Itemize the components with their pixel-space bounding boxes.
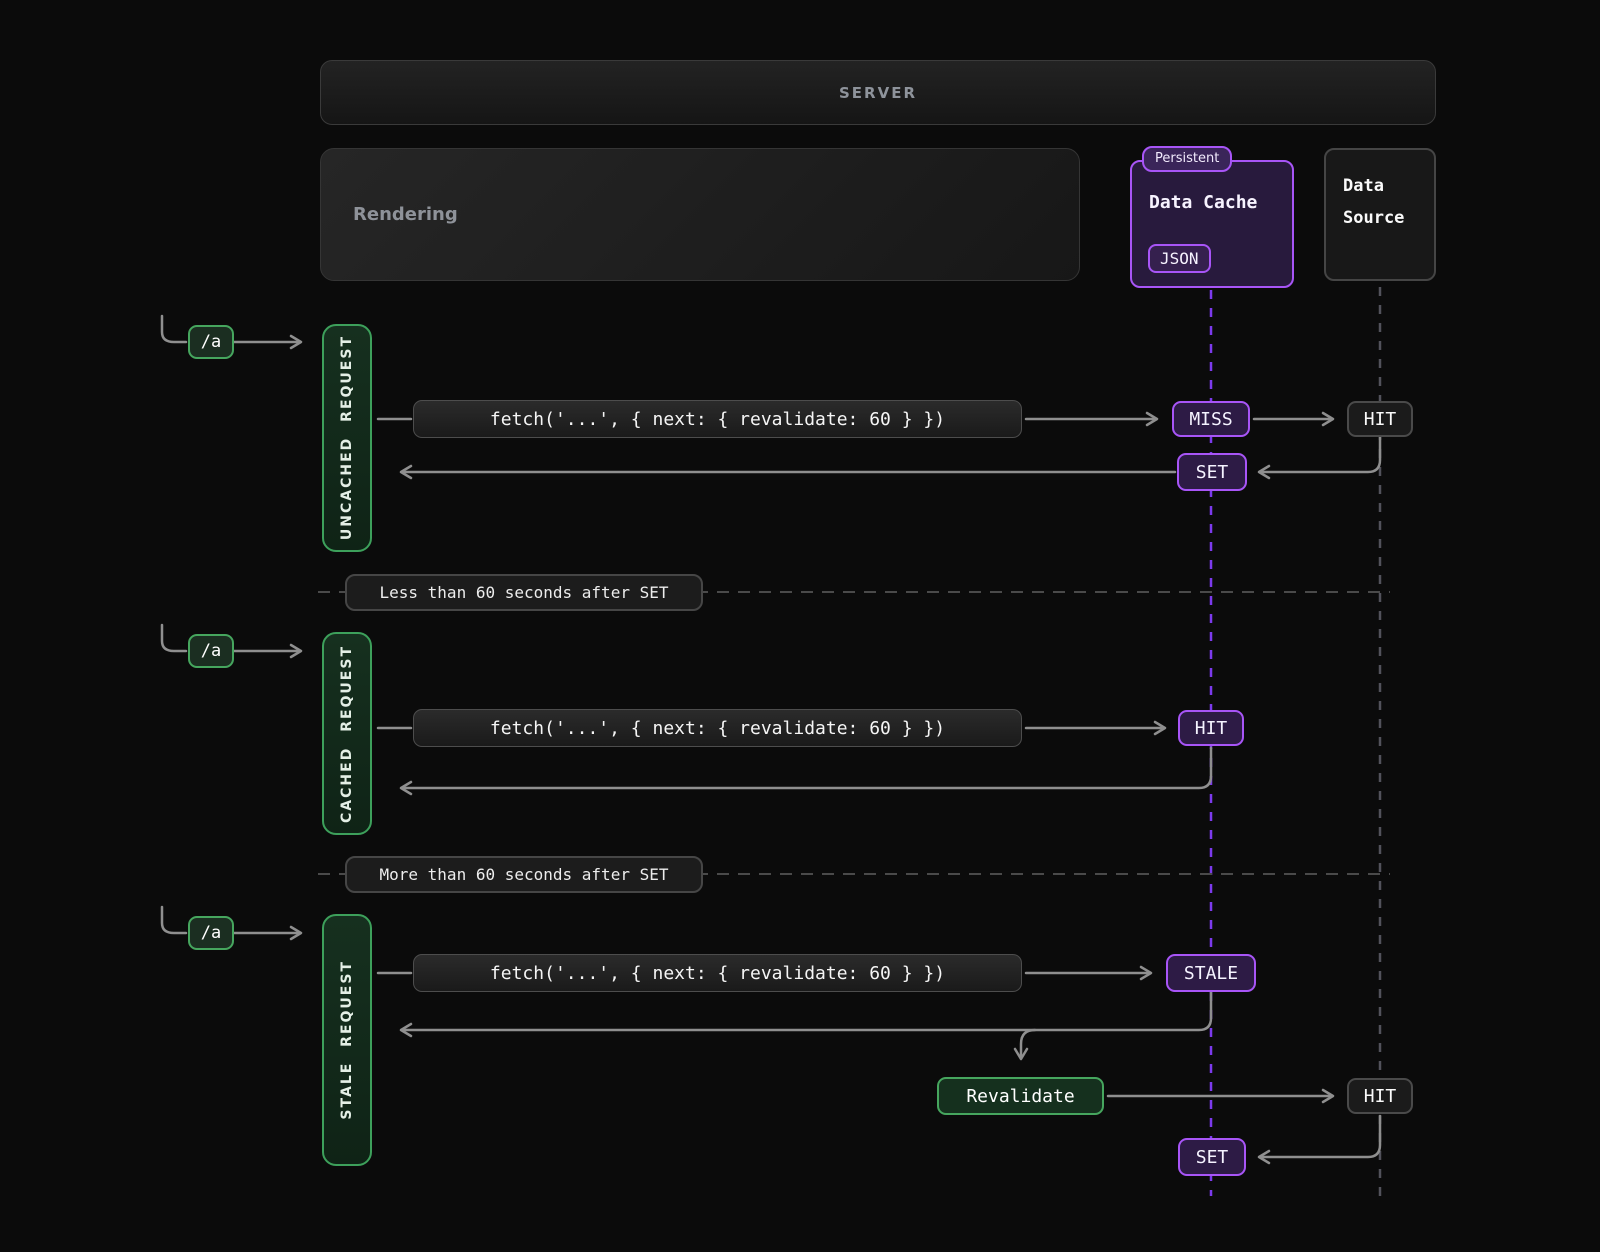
branch-to-revalidate xyxy=(1021,1030,1035,1058)
persistent-badge: Persistent xyxy=(1142,146,1232,172)
cache-miss-badge: MISS xyxy=(1172,401,1250,437)
source-hit-badge-1: HIT xyxy=(1347,401,1413,437)
row2-connectors xyxy=(162,625,1211,788)
uncached-request-label: UNCACHED REQUEST xyxy=(339,335,355,540)
route-badge-uncached: /a xyxy=(188,325,234,359)
data-cache-panel: Data Cache JSON xyxy=(1130,160,1294,288)
server-panel: SERVER xyxy=(320,60,1436,125)
data-cache-diagram: SERVER Rendering Data Cache JSON Persist… xyxy=(0,0,1600,1252)
arrow-hit-to-set-3 xyxy=(1260,1116,1380,1157)
revalidate-badge: Revalidate xyxy=(937,1077,1104,1115)
data-cache-title: Data Cache xyxy=(1149,192,1257,213)
rendering-label: Rendering xyxy=(353,204,458,225)
cache-stale-badge: STALE xyxy=(1166,954,1256,992)
cache-set-badge-3: SET xyxy=(1178,1138,1246,1176)
stale-request-label: STALE REQUEST xyxy=(339,960,355,1120)
fetch-call-2: fetch('...', { next: { revalidate: 60 } … xyxy=(413,709,1022,747)
data-source-panel: Data Source xyxy=(1324,148,1436,281)
uncached-request-pill: UNCACHED REQUEST xyxy=(322,324,372,552)
json-badge: JSON xyxy=(1148,244,1211,273)
route-hook-2 xyxy=(162,625,186,651)
fetch-call-1: fetch('...', { next: { revalidate: 60 } … xyxy=(413,400,1022,438)
cache-set-badge-1: SET xyxy=(1177,453,1247,491)
data-source-label-line2: Source xyxy=(1343,202,1434,234)
return-arrow-3 xyxy=(402,992,1211,1030)
cached-request-label: CACHED REQUEST xyxy=(339,645,355,823)
fetch-call-3: fetch('...', { next: { revalidate: 60 } … xyxy=(413,954,1022,992)
rendering-panel: Rendering xyxy=(320,148,1080,281)
source-hit-badge-3: HIT xyxy=(1347,1078,1413,1114)
divider-label-2: More than 60 seconds after SET xyxy=(345,856,703,893)
route-badge-cached: /a xyxy=(188,634,234,668)
route-hook-3 xyxy=(162,907,186,933)
divider-label-1: Less than 60 seconds after SET xyxy=(345,574,703,611)
route-hook-1 xyxy=(162,316,186,342)
stale-request-pill: STALE REQUEST xyxy=(322,914,372,1166)
cached-request-pill: CACHED REQUEST xyxy=(322,632,372,835)
cache-hit-badge: HIT xyxy=(1178,710,1244,746)
data-source-label-line1: Data xyxy=(1343,170,1434,202)
arrow-hit-to-set-1 xyxy=(1260,437,1380,472)
route-badge-stale: /a xyxy=(188,916,234,950)
return-arrow-2 xyxy=(402,748,1211,788)
server-label: SERVER xyxy=(839,84,917,102)
